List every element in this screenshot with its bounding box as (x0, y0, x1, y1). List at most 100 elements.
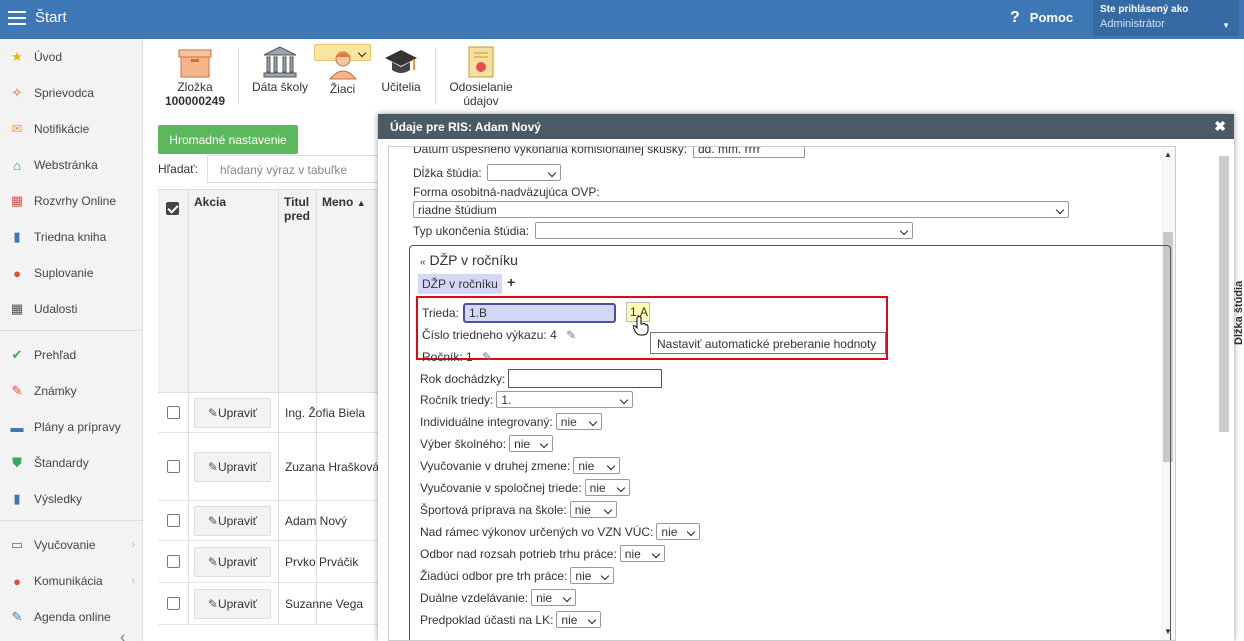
field-row: Výber školného: nie (420, 435, 554, 452)
sidebar-item-label: Udalosti (34, 302, 78, 316)
sidebar-item-6[interactable]: ● Suplovanie (8, 263, 138, 283)
sidebar-item-11[interactable]: ⛊ Štandardy (8, 453, 138, 473)
column-divider (188, 583, 189, 625)
edit-icon: ✎ (207, 514, 218, 528)
sidebar-item-14[interactable]: ● Komunikácia › (8, 571, 138, 591)
row-checkbox[interactable] (167, 406, 180, 419)
bulk-settings-button[interactable]: Hromadné nastavenie (158, 125, 298, 154)
field-select[interactable]: 1. (496, 391, 634, 408)
cislo-vykazu-value: 4 (550, 328, 557, 342)
ziaci-label: Žiaci (329, 82, 356, 96)
rok-dochadzky-input[interactable] (508, 369, 663, 388)
sidebar-item-label: Webstránka (34, 158, 98, 172)
column-divider (278, 541, 279, 583)
toolbar-ucitelia[interactable]: Učitelia (375, 44, 427, 111)
add-icon[interactable]: + (507, 274, 515, 290)
hamburger-menu-icon[interactable] (8, 11, 26, 25)
close-icon[interactable]: ✖ (1214, 118, 1226, 135)
scroll-up-icon[interactable]: ▲ (1164, 150, 1172, 159)
toolbar-ziaci[interactable]: Žiaci (314, 44, 371, 96)
modal-scrollbar[interactable] (1216, 144, 1231, 634)
row-checkbox[interactable] (167, 514, 180, 527)
sidebar-item-0[interactable]: ★ Úvod (8, 47, 138, 67)
edit-button[interactable]: ✎ Upraviť (194, 506, 271, 536)
field-select[interactable]: nie (656, 523, 701, 540)
edit-button[interactable]: ✎ Upraviť (194, 452, 271, 482)
sidebar-item-label: Úvod (34, 50, 63, 64)
sidebar-item-13[interactable]: ▭ Vyučovanie › (8, 535, 138, 555)
edit-button[interactable]: ✎ Upraviť (194, 589, 271, 619)
sidebar-item-10[interactable]: ▬ Plány a prípravy (8, 417, 138, 437)
col-akcia[interactable]: Akcia (194, 195, 226, 209)
search-input[interactable]: hľadaný výraz v tabuľke (207, 155, 387, 183)
envelope-icon: ✉ (11, 121, 23, 136)
row-checkbox[interactable] (167, 597, 180, 610)
trieda-input[interactable]: 1.B (463, 303, 616, 323)
scroll-thumb[interactable] (1219, 156, 1229, 432)
sidebar-item-12[interactable]: ▮ Výsledky (8, 489, 138, 509)
edit-button[interactable]: ✎ Upraviť (194, 547, 271, 577)
col-meno[interactable]: Meno ▲ (322, 195, 366, 209)
pen-icon: ✎ (11, 609, 23, 624)
help-link[interactable]: ? Pomoc (1010, 9, 1073, 27)
column-divider (188, 393, 189, 433)
column-divider (278, 433, 279, 501)
edit-button[interactable]: ✎ Upraviť (194, 398, 271, 428)
pencil-icon[interactable]: ✎ (566, 328, 576, 342)
field-label: Športová príprava na škole: (420, 502, 567, 517)
chevron-up-icon: « (420, 257, 426, 268)
sidebar-item-label: Notifikácie (34, 122, 90, 136)
sidebar-item-7[interactable]: ▦ Udalosti (8, 299, 138, 319)
row-checkbox[interactable] (167, 555, 180, 568)
highlight-box: Trieda: 1.B 1.A Číslo triedneho výkazu: … (416, 296, 888, 364)
sidebar-item-1[interactable]: ✧ Sprievodca (8, 83, 138, 103)
select-all-checkbox[interactable] (166, 202, 179, 215)
user-menu[interactable]: Ste prihlásený ako Administrátor ▼ (1093, 0, 1239, 36)
collapse-sidebar-icon[interactable]: ‹ (120, 629, 125, 641)
user-icon: ● (13, 265, 21, 281)
field-select[interactable]: nie (619, 545, 665, 562)
date-input[interactable]: dd. mm. rrrr (693, 147, 805, 158)
pencil-icon[interactable]: ✎ (482, 350, 492, 364)
field-select[interactable]: nie (570, 567, 615, 584)
sidebar-item-3[interactable]: ⌂ Webstránka (8, 155, 138, 175)
toolbar-data-skoly[interactable]: Dáta školy (247, 44, 313, 111)
toolbar-zlozka[interactable]: Zložka 100000249 (155, 44, 235, 111)
sidebar-item-8[interactable]: ✔ Prehľad (8, 345, 138, 365)
field-select[interactable]: nie (569, 501, 617, 518)
field-select[interactable]: nie (509, 435, 554, 452)
col-titul[interactable]: Titul pred (284, 195, 310, 223)
toolbar-odosielanie[interactable]: Odosielanie údajov (443, 44, 519, 111)
field-select[interactable]: nie (584, 479, 630, 496)
forma-label: Forma osobitná-nadväzujúca OVP: (413, 185, 600, 199)
table-row: ✎ Upraviť Zuzana Hrašková (158, 433, 388, 501)
edit-icon: ✎ (207, 406, 218, 420)
column-divider (188, 433, 189, 501)
tab-dzp-v-rocniku[interactable]: DŽP v ročníku (418, 274, 502, 294)
field-select[interactable]: nie (555, 413, 602, 430)
cislo-vykazu-label: Číslo triedneho výkazu: (422, 328, 547, 342)
edit-label: Upraviť (217, 514, 258, 528)
sidebar-item-15[interactable]: ✎ Agenda online (8, 607, 138, 627)
sidebar-divider (0, 520, 142, 521)
sidebar-item-2[interactable]: ✉ Notifikácie (8, 119, 138, 139)
field-select[interactable]: nie (556, 611, 602, 628)
cislo-vykazu-row: Číslo triedneho výkazu: 4 ✎ (422, 328, 576, 342)
field-select[interactable]: nie (573, 457, 621, 474)
dlzka-studia-select[interactable] (487, 164, 561, 181)
table-row: ✎ Upraviť Adam Nový (158, 501, 388, 541)
building-icon (263, 46, 297, 78)
field-select[interactable]: nie (531, 589, 577, 606)
sidebar-item-4[interactable]: ▦ Rozvrhy Online (8, 191, 138, 211)
field-label: Nad rámec výkonov určených vo VZN VÚC: (420, 524, 654, 539)
row-checkbox[interactable] (167, 460, 180, 473)
sidebar-item-9[interactable]: ✎ Známky (8, 381, 138, 401)
sidebar-item-5[interactable]: ▮ Triedna kniha (8, 227, 138, 247)
app-title[interactable]: Štart (35, 9, 67, 26)
sidebar-item-label: Agenda online (34, 610, 111, 624)
forma-select[interactable]: riadne štúdium (413, 201, 1069, 218)
column-divider (278, 190, 279, 394)
panel-title[interactable]: « DŽP v ročníku (420, 252, 518, 268)
dlzka-studia-label: Dĺžka štúdia: (413, 166, 482, 180)
typ-ukoncenia-select[interactable] (535, 222, 913, 239)
